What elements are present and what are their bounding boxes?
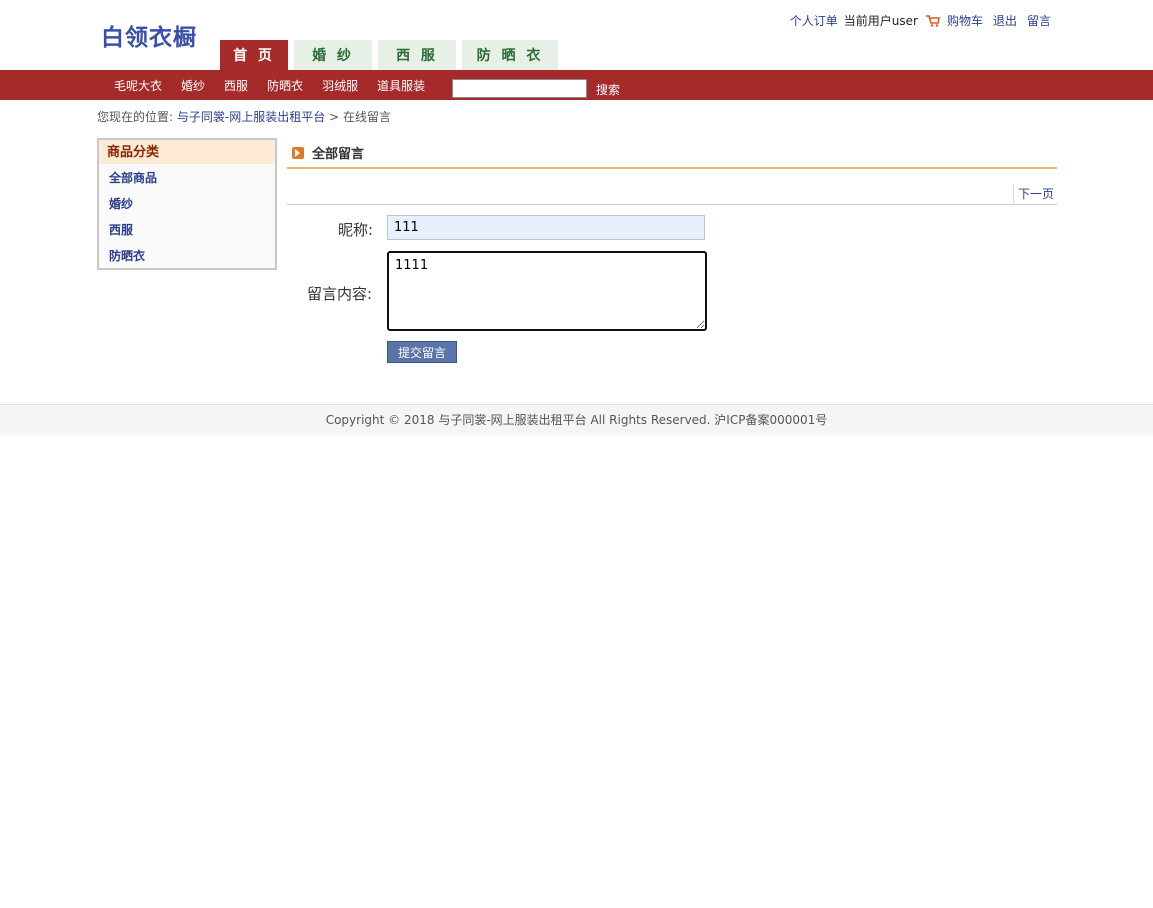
current-user-label: 当前用户user	[843, 14, 918, 28]
breadcrumb-home-link[interactable]: 与子同裳-网上服装出租平台	[177, 110, 325, 124]
breadcrumb-current: 在线留言	[342, 110, 391, 124]
orders-link[interactable]: 个人订单	[790, 12, 838, 29]
main-tabs: 首 页 婚 纱 西 服 防 晒 衣	[220, 40, 558, 70]
nav-category-item[interactable]: 羽绒服	[322, 77, 358, 94]
sidebar-title: 商品分类	[99, 140, 275, 164]
nav-category-item[interactable]: 毛呢大衣	[114, 77, 162, 94]
section-title: 全部留言	[292, 143, 364, 162]
footer-copyright: Copyright © 2018 与子同裳-网上服装出租平台 All Right…	[0, 404, 1153, 435]
breadcrumb-separator: >	[329, 110, 340, 124]
nickname-input[interactable]	[387, 215, 705, 240]
nav-category-item[interactable]: 西服	[224, 77, 248, 94]
tab-wedding-dress[interactable]: 婚 纱	[294, 40, 372, 70]
sidebar-item-sun-protection[interactable]: 防晒衣	[99, 242, 275, 268]
logout-link[interactable]: 退出	[993, 12, 1017, 29]
nav-category-item[interactable]: 道具服装	[377, 77, 425, 94]
breadcrumb: 您现在的位置: 与子同裳-网上服装出租平台 > 在线留言	[97, 108, 391, 125]
nickname-label: 昵称:	[338, 221, 374, 239]
tab-suits[interactable]: 西 服	[378, 40, 456, 70]
search-button[interactable]: 搜索	[596, 81, 620, 98]
breadcrumb-prefix: 您现在的位置:	[97, 110, 174, 124]
sidebar-item-suits[interactable]: 西服	[99, 216, 275, 242]
message-link[interactable]: 留言	[1027, 12, 1051, 29]
sidebar-item-all[interactable]: 全部商品	[99, 164, 275, 190]
cart-link[interactable]: 购物车	[947, 12, 983, 29]
category-sidebar: 商品分类 全部商品 婚纱 西服 防晒衣	[97, 138, 277, 270]
cart-icon[interactable]	[925, 14, 940, 27]
sidebar-item-wedding[interactable]: 婚纱	[99, 190, 275, 216]
title-divider	[287, 167, 1057, 169]
site-logo[interactable]: 白领衣橱	[101, 18, 197, 52]
tab-sun-protection[interactable]: 防 晒 衣	[462, 40, 558, 70]
message-content-textarea[interactable]: 1111	[387, 251, 707, 331]
nav-category-item[interactable]: 防晒衣	[267, 77, 303, 94]
section-title-text: 全部留言	[312, 147, 365, 162]
arrow-right-icon	[292, 146, 304, 159]
search-input[interactable]	[452, 79, 587, 98]
category-navbar: 毛呢大衣 婚纱 西服 防晒衣 羽绒服 道具服装 搜索	[0, 70, 1153, 100]
submit-message-button[interactable]: 提交留言	[387, 341, 457, 363]
nav-category-item[interactable]: 婚纱	[181, 77, 205, 94]
pager-divider	[287, 204, 1057, 205]
tab-home[interactable]: 首 页	[220, 40, 288, 70]
next-page-link[interactable]: 下一页	[1013, 184, 1058, 204]
content-label: 留言内容:	[307, 285, 373, 303]
top-links: 个人订单 当前用户user 购物车 退出 留言	[790, 12, 1051, 29]
